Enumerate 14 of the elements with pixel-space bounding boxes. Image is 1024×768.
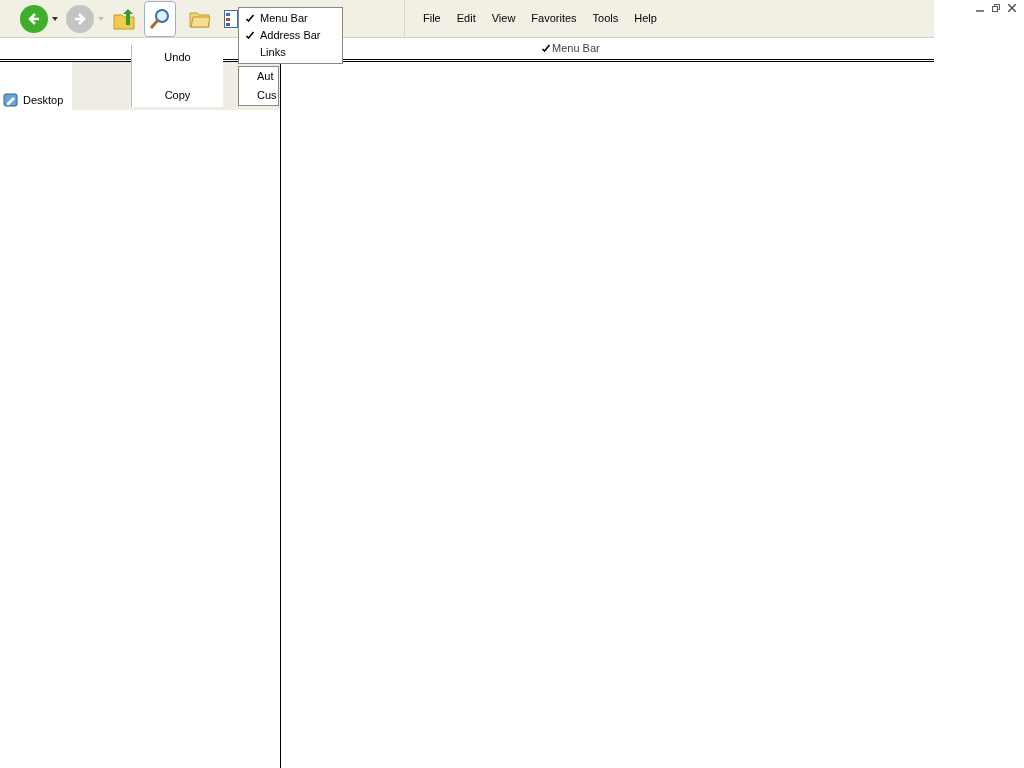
menu-item[interactable]: Copy bbox=[164, 86, 191, 103]
menu-item[interactable]: Links bbox=[239, 44, 342, 61]
menu-item[interactable]: File bbox=[423, 10, 441, 27]
menu-item[interactable]: Favorites bbox=[531, 10, 577, 27]
menu-item[interactable]: Address Bar bbox=[239, 27, 342, 44]
menu-item[interactable]: Undo bbox=[164, 49, 191, 66]
menu-item[interactable]: Help bbox=[634, 10, 657, 27]
menu-item[interactable]: Cus bbox=[257, 87, 278, 104]
menu-item[interactable]: Menu Bar bbox=[239, 10, 342, 27]
menu-item[interactable]: Tools bbox=[592, 10, 619, 27]
menu-item[interactable]: Aut bbox=[257, 68, 278, 85]
menu-item[interactable]: Edit bbox=[456, 10, 476, 27]
menu-item[interactable]: View bbox=[491, 10, 516, 27]
tree-item[interactable]: Desktop bbox=[23, 92, 64, 109]
